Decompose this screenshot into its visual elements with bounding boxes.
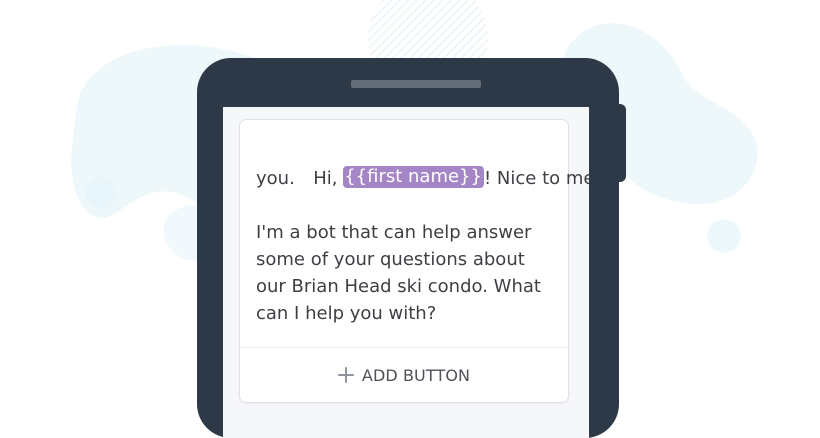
right-background-circle xyxy=(707,219,741,253)
phone-mockup: Hi, {{first name}}! Nice to meet you. I'… xyxy=(197,58,619,438)
message-line-1: Hi, {{first name}}! Nice to meet xyxy=(256,138,589,189)
greeting-suffix: ! Nice to meet xyxy=(483,168,589,189)
add-button[interactable]: ADD BUTTON xyxy=(240,348,568,402)
left-background-circle xyxy=(85,177,117,209)
phone-screen: Hi, {{first name}}! Nice to meet you. I'… xyxy=(223,107,589,438)
message-line-4: I'm a bot that can help answer xyxy=(256,222,532,243)
phone-side-button xyxy=(612,104,626,182)
bot-message-card: Hi, {{first name}}! Nice to meet you. I'… xyxy=(240,120,589,402)
bot-message-text[interactable]: Hi, {{first name}}! Nice to meet you. I'… xyxy=(256,138,589,327)
first-name-variable-token[interactable]: {{first name}} xyxy=(343,166,484,188)
message-line-7: can I help you with? xyxy=(256,303,437,324)
plus-icon xyxy=(337,367,354,383)
add-button-label: ADD BUTTON xyxy=(361,365,471,385)
message-line-5: some of your questions about xyxy=(256,249,525,270)
greeting-prefix: Hi, xyxy=(313,168,344,189)
message-line-6: our Brian Head ski condo. What xyxy=(256,276,541,297)
phone-speaker xyxy=(351,80,481,88)
